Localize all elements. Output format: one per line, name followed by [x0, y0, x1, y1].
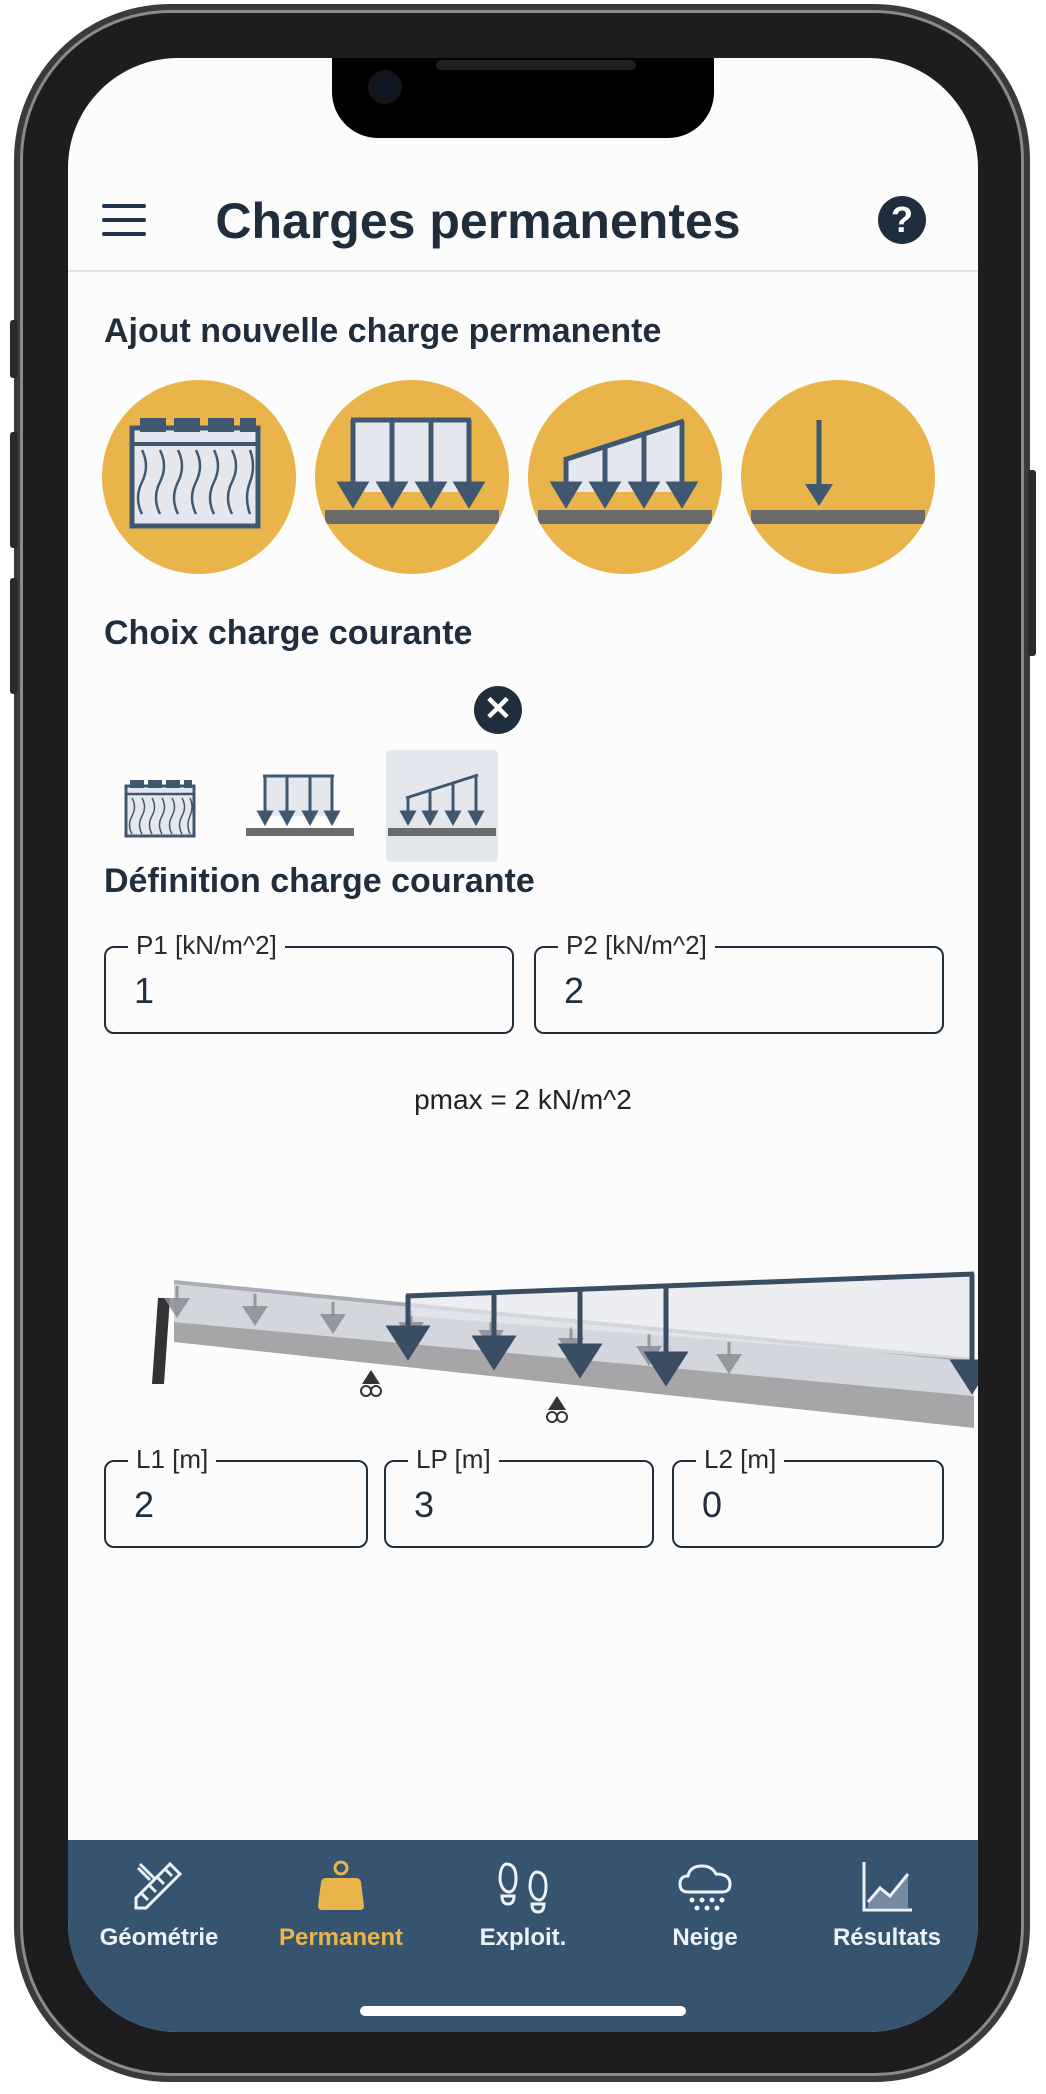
add-insulation-wall-button[interactable]: [102, 380, 296, 574]
uniform-load-icon: [325, 417, 499, 524]
mute-switch: [10, 320, 18, 378]
tab-label: Neige: [672, 1924, 738, 1951]
chart-icon: [862, 1862, 912, 1912]
charge-chip-insulation-wall[interactable]: [104, 750, 216, 862]
front-camera: [372, 74, 398, 100]
section-add-new: Ajout nouvelle charge permanente: [104, 312, 662, 350]
tab-label: Géométrie: [99, 1924, 219, 1951]
p2-input[interactable]: [564, 970, 889, 1012]
volume-up-button: [10, 432, 18, 548]
add-trapezoidal-load-button[interactable]: [528, 380, 722, 574]
trapezoidal-load-icon: [538, 418, 712, 524]
help-icon[interactable]: ?: [878, 196, 926, 244]
lp-label: LP [m]: [408, 1444, 499, 1474]
snow-cloud-icon: [678, 1864, 732, 1911]
section-definition: Définition charge courante: [104, 862, 535, 900]
current-charges-list: [104, 698, 604, 862]
add-point-load-button[interactable]: [741, 380, 935, 574]
l2-input[interactable]: [702, 1484, 917, 1526]
insulation-wall-icon: [129, 418, 261, 529]
tab-resultats[interactable]: Résultats: [796, 1840, 978, 1980]
speaker: [436, 60, 636, 70]
p1-input[interactable]: [134, 970, 459, 1012]
l1-field: L1 [m]: [104, 1444, 368, 1548]
screen: Charges permanentes ? Ajout nouvelle cha…: [68, 58, 978, 2032]
tab-label: Exploit.: [479, 1924, 567, 1951]
tab-label: Permanent: [278, 1924, 404, 1951]
weight-icon: [318, 1860, 364, 1910]
roller-support-icon: [360, 1370, 382, 1397]
volume-down-button: [10, 578, 18, 694]
app-header: Charges permanentes ?: [68, 178, 978, 272]
add-charge-options: [102, 380, 942, 576]
add-uniform-load-button[interactable]: [315, 380, 509, 574]
uniform-load-icon: [246, 774, 354, 836]
footprints-icon: [498, 1862, 548, 1914]
charge-chip-trapezoidal-load[interactable]: [386, 750, 498, 862]
lp-input[interactable]: [414, 1484, 627, 1526]
tab-label: Résultats: [832, 1924, 942, 1951]
tab-geometrie[interactable]: Géométrie: [68, 1840, 250, 1980]
notch: [332, 58, 714, 138]
p2-label: P2 [kN/m^2]: [558, 930, 715, 960]
l2-field: L2 [m]: [672, 1444, 944, 1548]
roller-support-icon: [546, 1396, 568, 1423]
point-load-icon: [751, 420, 925, 524]
geometry-icon: [134, 1861, 183, 1910]
power-button: [1028, 470, 1036, 656]
remove-charge-close-icon[interactable]: ✕: [474, 686, 522, 734]
pmax-text: pmax = 2 kN/m^2: [414, 1084, 632, 1115]
bottom-tab-bar: Géométrie Permanent Exploit. Neige Résul…: [68, 1840, 978, 2032]
tab-exploit[interactable]: Exploit.: [432, 1840, 614, 1980]
home-indicator[interactable]: [360, 2006, 686, 2016]
beam-load-diagram: [152, 1271, 978, 1428]
charge-chip-uniform-load[interactable]: [244, 750, 356, 862]
lp-field: LP [m]: [384, 1444, 654, 1548]
insulation-wall-icon: [124, 780, 196, 838]
tab-neige[interactable]: Neige: [614, 1840, 796, 1980]
trapezoidal-load-icon: [388, 773, 496, 836]
section-choice: Choix charge courante: [104, 614, 473, 652]
p2-field: P2 [kN/m^2]: [534, 930, 944, 1034]
l1-label: L1 [m]: [128, 1444, 217, 1474]
l2-label: L2 [m]: [696, 1444, 785, 1474]
p1-field: P1 [kN/m^2]: [104, 930, 514, 1034]
tab-permanent[interactable]: Permanent: [250, 1840, 432, 1980]
page-title: Charges permanentes: [215, 193, 741, 249]
l1-input[interactable]: [134, 1484, 342, 1526]
p1-label: P1 [kN/m^2]: [128, 930, 285, 960]
